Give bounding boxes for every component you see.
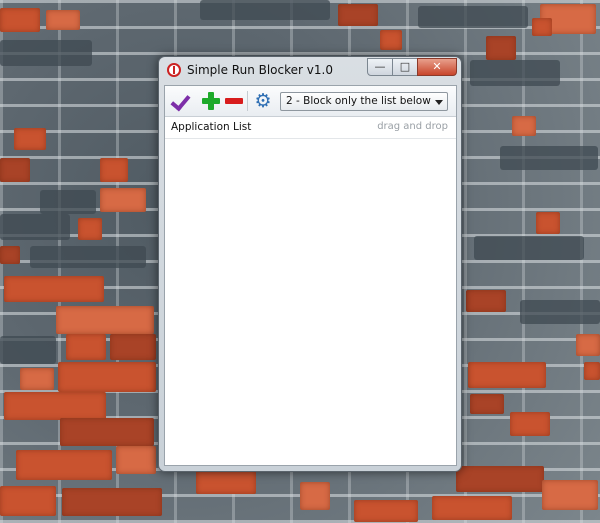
- brick: [46, 10, 80, 30]
- stone: [0, 214, 70, 240]
- remove-icon[interactable]: [223, 90, 245, 112]
- stone: [474, 236, 584, 260]
- brick: [14, 128, 46, 150]
- window-title: Simple Run Blocker v1.0: [187, 63, 333, 77]
- app-window: Simple Run Blocker v1.0 — □ ✕ ⚙ 2 - Bloc…: [158, 56, 462, 472]
- add-icon[interactable]: [200, 90, 222, 112]
- brick: [116, 446, 156, 474]
- brick: [0, 8, 40, 32]
- brick: [66, 334, 106, 360]
- brick: [58, 362, 156, 392]
- brick: [16, 450, 112, 480]
- stone: [500, 146, 598, 170]
- stone: [418, 6, 528, 28]
- brick: [512, 116, 536, 136]
- title-bar[interactable]: Simple Run Blocker v1.0 — □ ✕: [159, 57, 461, 83]
- mode-select-value: 2 - Block only the list below: [286, 95, 431, 107]
- brick: [510, 412, 550, 436]
- stone: [200, 0, 330, 20]
- brick: [470, 394, 504, 414]
- brick: [62, 488, 162, 516]
- mode-select[interactable]: 2 - Block only the list below: [280, 92, 448, 111]
- brick: [486, 36, 516, 60]
- gear-icon[interactable]: ⚙: [252, 90, 274, 112]
- checkmark-icon[interactable]: [171, 90, 193, 112]
- toolbar: ⚙ 2 - Block only the list below: [165, 86, 456, 117]
- brick: [432, 496, 512, 520]
- stone: [520, 300, 600, 324]
- drag-drop-hint: drag and drop: [377, 121, 448, 132]
- close-button[interactable]: ✕: [417, 58, 457, 76]
- brick: [532, 18, 552, 36]
- stone: [30, 246, 146, 268]
- brick: [20, 368, 54, 390]
- brick: [0, 486, 56, 516]
- minimize-button[interactable]: —: [367, 58, 393, 76]
- stone: [470, 60, 560, 86]
- app-icon: [167, 63, 181, 77]
- toolbar-separator: [247, 91, 248, 111]
- brick: [536, 212, 560, 234]
- chevron-down-icon: [435, 100, 443, 105]
- brick: [78, 218, 102, 240]
- brick: [338, 4, 378, 26]
- list-header: Application List drag and drop: [165, 117, 456, 139]
- brick: [300, 482, 330, 510]
- brick: [196, 470, 256, 494]
- client-area: ⚙ 2 - Block only the list below Applicat…: [164, 85, 457, 466]
- brick: [576, 334, 600, 356]
- brick: [542, 480, 598, 510]
- stone: [40, 190, 96, 214]
- brick: [380, 30, 402, 50]
- brick: [466, 290, 506, 312]
- maximize-button[interactable]: □: [392, 58, 418, 76]
- stone: [0, 336, 56, 364]
- stone: [0, 40, 92, 66]
- brick: [100, 158, 128, 182]
- application-list-title: Application List: [171, 121, 252, 133]
- brick: [110, 334, 156, 360]
- brick: [4, 276, 104, 302]
- brick: [60, 418, 154, 446]
- brick: [0, 158, 30, 182]
- brick: [4, 392, 106, 420]
- brick: [456, 466, 544, 492]
- brick: [468, 362, 546, 388]
- brick: [0, 246, 20, 264]
- brick: [354, 500, 418, 522]
- brick: [100, 188, 146, 212]
- brick: [584, 362, 600, 380]
- application-list[interactable]: [165, 139, 456, 465]
- brick: [56, 306, 154, 334]
